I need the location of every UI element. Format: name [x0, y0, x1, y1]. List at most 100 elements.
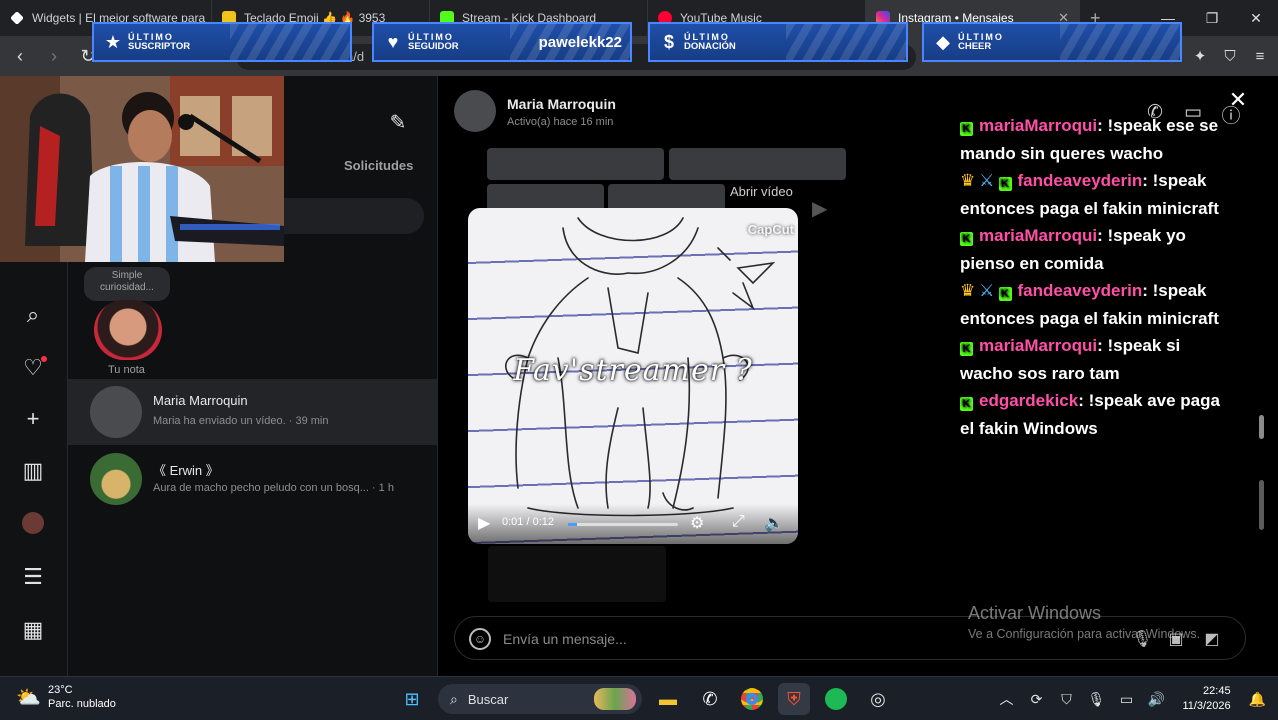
alert-last-follower: ♥ ÚLTIMO SEGUIDOR pawelekk22	[372, 22, 632, 62]
webcam-feed	[0, 76, 284, 262]
create-icon[interactable]: +	[20, 406, 46, 432]
shield-icon[interactable]: ⛉	[1220, 48, 1240, 65]
windows-start-icon[interactable]: ⊞	[396, 683, 428, 715]
obs-icon[interactable]: ◎	[862, 683, 894, 715]
conversation-maria[interactable]: Maria Marroquin Maria ha enviado un víde…	[68, 379, 438, 445]
notification-dot	[41, 356, 47, 362]
alert-last-subscriber: ★ ÚLTIMO SUSCRIPTOR	[92, 22, 352, 62]
dollar-icon: $	[663, 31, 674, 52]
chat-message: Kedgardekick: !speak ave paga el fakin W…	[960, 387, 1230, 442]
spotify-icon[interactable]	[820, 683, 852, 715]
avatar	[90, 453, 142, 505]
video-player[interactable]: CapCut Fav'streamer ? ▶ 0:01 / 0:12 ⚙ ⤢ …	[468, 208, 798, 544]
volume-icon[interactable]: 🔈	[764, 513, 784, 533]
kick-badge-icon: K	[998, 177, 1012, 191]
apps-grid-icon[interactable]: ▦	[20, 617, 46, 643]
search-icon: ⌕	[450, 690, 458, 707]
widgets-favicon-icon	[10, 11, 24, 25]
emoji-icon[interactable]: ☺	[469, 628, 491, 650]
clock[interactable]: 22:45 11/3/2026	[1182, 684, 1230, 714]
menu-icon[interactable]: ≡	[1250, 48, 1270, 65]
chat-message: KmariaMarroqui: !speak ese se mando sin …	[960, 112, 1230, 167]
partly-cloudy-icon: ⛅	[16, 687, 41, 709]
contact-avatar[interactable]	[454, 90, 496, 132]
video-progress-fill	[568, 523, 577, 526]
video-controls: ▶ 0:01 / 0:12 ⚙ ⤢ 🔈	[468, 504, 798, 544]
media-thumbnail[interactable]	[488, 546, 666, 602]
conversation-preview: Maria ha enviado un vídeo. · 39 min	[153, 415, 329, 427]
play-icon: ▶	[812, 198, 828, 220]
taskbar-search[interactable]: ⌕ Buscar	[438, 684, 642, 714]
kick-badge-icon: K	[960, 232, 973, 246]
chat-username: mariaMarroqui	[979, 116, 1098, 135]
back-icon[interactable]: ‹	[6, 42, 34, 70]
whatsapp-icon[interactable]: ✆	[694, 683, 726, 715]
fullscreen-icon[interactable]: ⤢	[732, 513, 745, 531]
volume-icon[interactable]: 🔊	[1146, 691, 1166, 708]
forward-icon[interactable]: ›	[40, 42, 68, 70]
close-modal-icon[interactable]: ✕	[1226, 88, 1250, 112]
scroll-thumb[interactable]	[1259, 415, 1264, 439]
maximize-icon[interactable]: ❐	[1190, 0, 1234, 36]
close-window-icon[interactable]: ✕	[1234, 0, 1278, 36]
media-thumbnail[interactable]	[669, 148, 846, 180]
microphone-icon[interactable]: 🎙	[1086, 691, 1106, 708]
conversation-name: 《 Erwin 》	[153, 463, 219, 478]
sticker-icon[interactable]: ◩	[1201, 629, 1223, 651]
taskbar-apps: ⊞ ⌕ Buscar ▬ ✆ ⛨ ◎	[396, 681, 894, 717]
defender-icon[interactable]: ⛉	[1056, 691, 1076, 708]
conversation-erwin[interactable]: 《 Erwin 》 Aura de macho pecho peludo con…	[68, 446, 438, 512]
media-thumbnail[interactable]	[487, 148, 664, 180]
settings-gear-icon[interactable]: ⚙	[690, 513, 704, 533]
compose-message-icon[interactable]: ✎	[386, 110, 410, 134]
requests-link[interactable]: Solicitudes	[344, 158, 413, 173]
search-highlight-icon	[594, 688, 636, 710]
extensions-icon[interactable]: ✦	[1190, 47, 1210, 65]
scroll-thumb[interactable]	[1259, 480, 1264, 530]
avatar	[90, 386, 142, 438]
sync-icon[interactable]: ⟳	[1026, 691, 1046, 708]
note-label: Tu nota	[108, 364, 145, 376]
chevron-up-icon[interactable]: ︿	[996, 689, 1016, 709]
dashboard-icon[interactable]: ▥	[20, 458, 46, 484]
kick-badge-icon: K	[998, 287, 1012, 301]
activate-windows-subtitle: Ve a Configuración para activar Windows.	[968, 627, 1201, 641]
my-note-avatar[interactable]	[94, 300, 162, 360]
video-progress-bar[interactable]	[568, 523, 678, 526]
conversation-preview: Aura de macho pecho peludo con un bosq..…	[153, 482, 394, 494]
note-bubble[interactable]: Simple curiosidad...	[84, 267, 170, 301]
kick-badge-icon: K	[960, 397, 973, 411]
chat-message: KmariaMarroqui: !speak yo pienso en comi…	[960, 222, 1230, 277]
last-follower-name: pawelekk22	[538, 33, 622, 51]
conversation-name: Maria Marroquin	[153, 393, 248, 408]
chat-message: ♛ ⚔ Kfandeaveyderin: !speak entonces paga …	[960, 167, 1230, 222]
brave-icon[interactable]: ⛨	[778, 683, 810, 715]
crown-badge-icon: ♛	[960, 171, 976, 190]
system-tray: ︿ ⟳ ⛉ 🎙 ▭ 🔊 22:45 11/3/2026 🔔	[996, 677, 1266, 720]
message-input[interactable]	[503, 629, 1023, 649]
more-menu-icon[interactable]: ☰	[20, 564, 46, 590]
windows-taskbar: ⛅ 23°C Parc. nublado ⊞ ⌕ Buscar ▬ ✆ ⛨ ◎ …	[0, 676, 1278, 720]
webcam-image	[0, 76, 284, 262]
chat-username: mariaMarroqui	[979, 226, 1098, 245]
heart-icon: ♥	[387, 31, 399, 52]
play-icon[interactable]: ▶	[478, 513, 490, 533]
stream-chat-overlay: KmariaMarroqui: !speak ese se mando sin …	[960, 112, 1230, 442]
weather-widget[interactable]: ⛅ 23°C Parc. nublado	[16, 683, 116, 711]
temperature: 23°C	[48, 684, 73, 696]
weather-condition: Parc. nublado	[48, 698, 116, 710]
chrome-icon[interactable]	[736, 683, 768, 715]
file-explorer-icon[interactable]: ▬	[652, 683, 684, 715]
chat-username: mariaMarroqui	[979, 336, 1098, 355]
page-scrollbar[interactable]	[1256, 150, 1266, 590]
kick-badge-icon: K	[960, 122, 973, 136]
open-video-link[interactable]: Abrir vídeo	[730, 184, 793, 199]
kick-badge-icon: K	[960, 342, 973, 356]
search-icon[interactable]: ⌕	[20, 302, 46, 328]
network-icon[interactable]: ▭	[1116, 691, 1136, 708]
contact-name[interactable]: Maria Marroquin	[507, 96, 616, 112]
toolbar-actions: ✦ ⛉ ≡	[1190, 36, 1270, 76]
notification-bell-icon[interactable]: 🔔	[1249, 691, 1266, 708]
chat-message: ♛ ⚔ Kfandeaveyderin: !speak entonces paga …	[960, 277, 1230, 332]
profile-avatar-icon[interactable]	[22, 512, 44, 534]
